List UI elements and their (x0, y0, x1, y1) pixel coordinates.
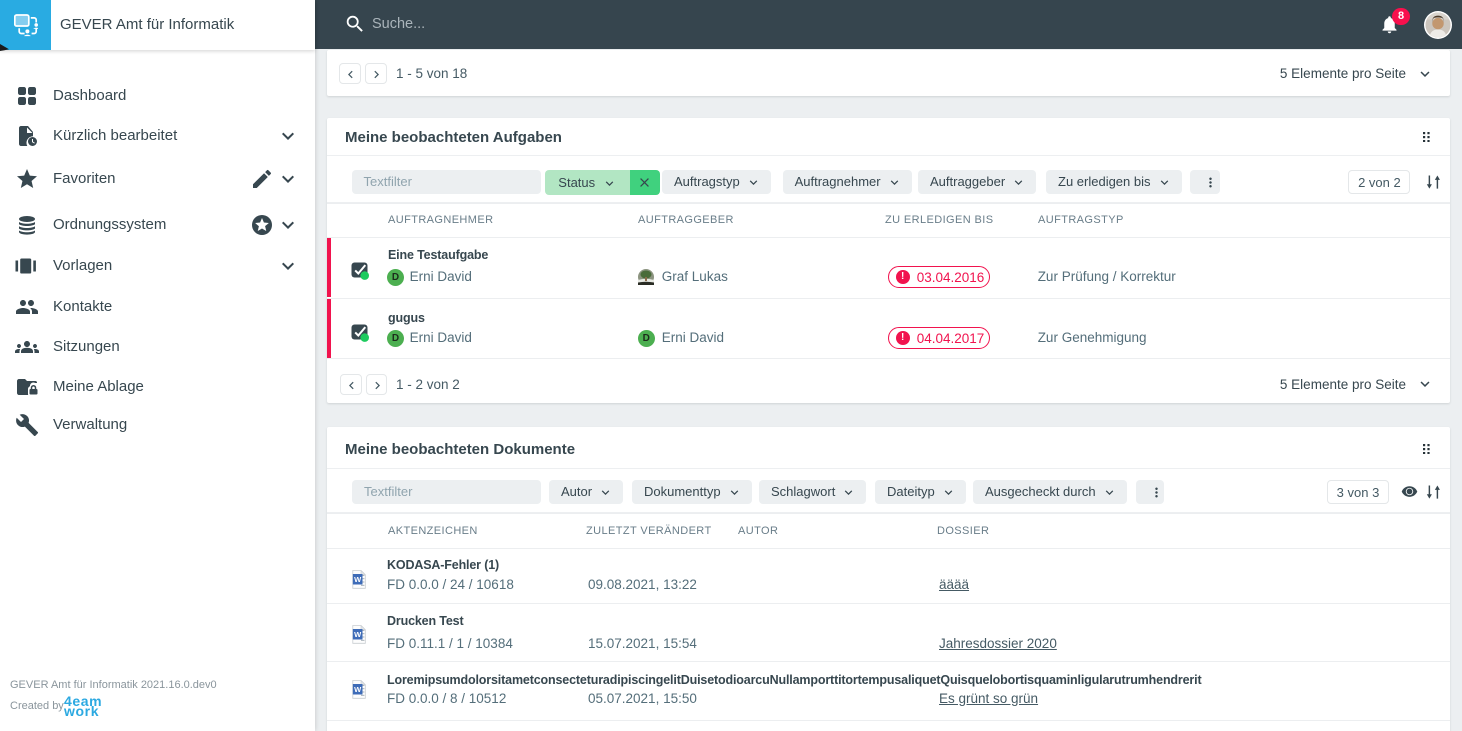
svg-text:W: W (354, 630, 362, 639)
svg-text:W: W (354, 685, 362, 694)
svg-text:W: W (354, 575, 362, 584)
